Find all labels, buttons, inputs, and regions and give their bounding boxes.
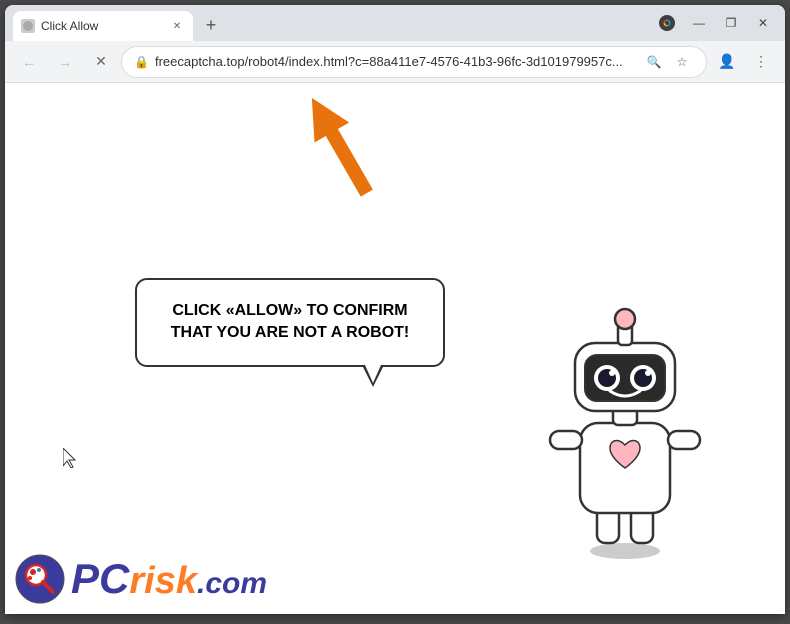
watermark-pc: PC [71, 555, 129, 603]
forward-button[interactable]: → [49, 46, 81, 78]
toolbar-right: 👤 ⋮ [711, 46, 777, 78]
watermark-risk: risk [129, 560, 197, 603]
bookmark-icon-btn[interactable]: ☆ [670, 50, 694, 74]
address-bar[interactable]: 🔒 freecaptcha.top/robot4/index.html?c=88… [121, 46, 707, 78]
watermark-brand: PC risk .com [71, 555, 267, 603]
reload-button[interactable]: ✕ [85, 46, 117, 78]
bubble-text: CLICK «ALLOW» TO CONFIRM THAT YOU ARE NO… [171, 302, 410, 341]
browser-window: Click Allow ✕ + — ❐ ✕ ← → [5, 5, 785, 614]
watermark: PC risk .com [15, 554, 267, 604]
active-tab[interactable]: Click Allow ✕ [13, 11, 193, 41]
maximize-button[interactable]: ❐ [717, 9, 745, 37]
profile-button[interactable]: 👤 [711, 46, 743, 78]
new-tab-button[interactable]: + [197, 11, 225, 39]
chrome-menu-icon[interactable] [653, 9, 681, 37]
robot-character [525, 283, 725, 563]
tab-close-button[interactable]: ✕ [169, 18, 185, 34]
orange-arrow [295, 93, 355, 173]
minimize-button[interactable]: — [685, 9, 713, 37]
tab-area: Click Allow ✕ + [13, 5, 637, 41]
address-text: freecaptcha.top/robot4/index.html?c=88a4… [155, 54, 636, 69]
close-button[interactable]: ✕ [749, 9, 777, 37]
mouse-cursor [63, 448, 75, 466]
lock-icon: 🔒 [134, 55, 149, 69]
speech-bubble: CLICK «ALLOW» TO CONFIRM THAT YOU ARE NO… [135, 278, 445, 367]
tab-favicon [21, 19, 35, 33]
page-content: CLICK «ALLOW» TO CONFIRM THAT YOU ARE NO… [5, 83, 785, 614]
menu-button[interactable]: ⋮ [745, 46, 777, 78]
search-icon-btn[interactable]: 🔍 [642, 50, 666, 74]
back-button[interactable]: ← [13, 46, 45, 78]
watermark-com: .com [197, 567, 267, 601]
window-controls: — ❐ ✕ [649, 9, 777, 37]
address-bar-icons: 🔍 ☆ [642, 50, 694, 74]
title-bar: Click Allow ✕ + — ❐ ✕ [5, 5, 785, 41]
toolbar: ← → ✕ 🔒 freecaptcha.top/robot4/index.htm… [5, 41, 785, 83]
tab-title: Click Allow [41, 19, 163, 33]
